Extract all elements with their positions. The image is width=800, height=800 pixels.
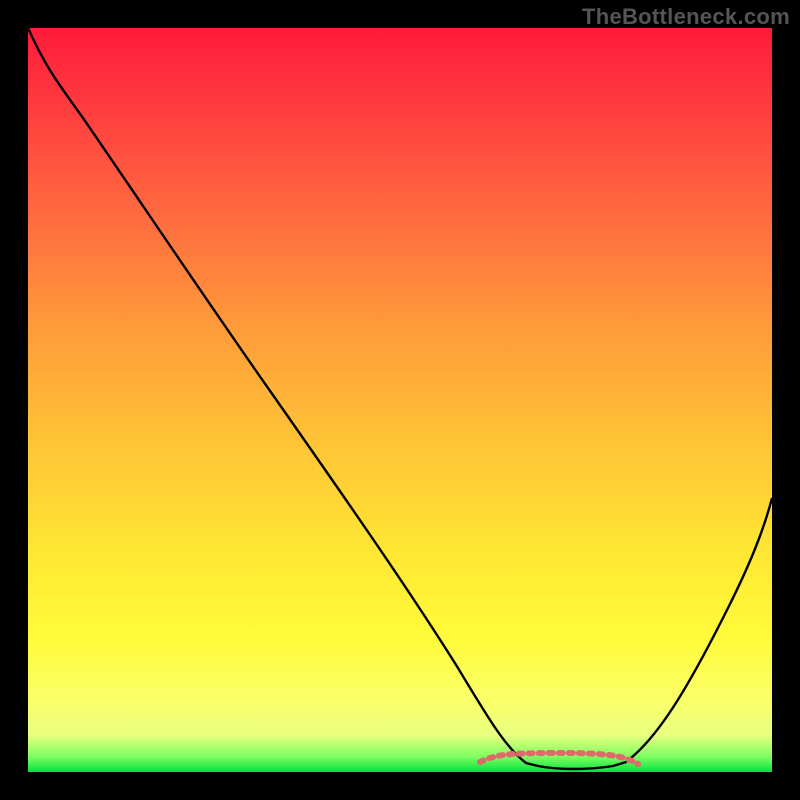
highlight-hump-path bbox=[480, 753, 638, 764]
chart-svg bbox=[28, 28, 772, 772]
plot-area bbox=[28, 28, 772, 772]
bottleneck-curve-path bbox=[28, 28, 772, 769]
watermark-text: TheBottleneck.com bbox=[582, 4, 790, 30]
